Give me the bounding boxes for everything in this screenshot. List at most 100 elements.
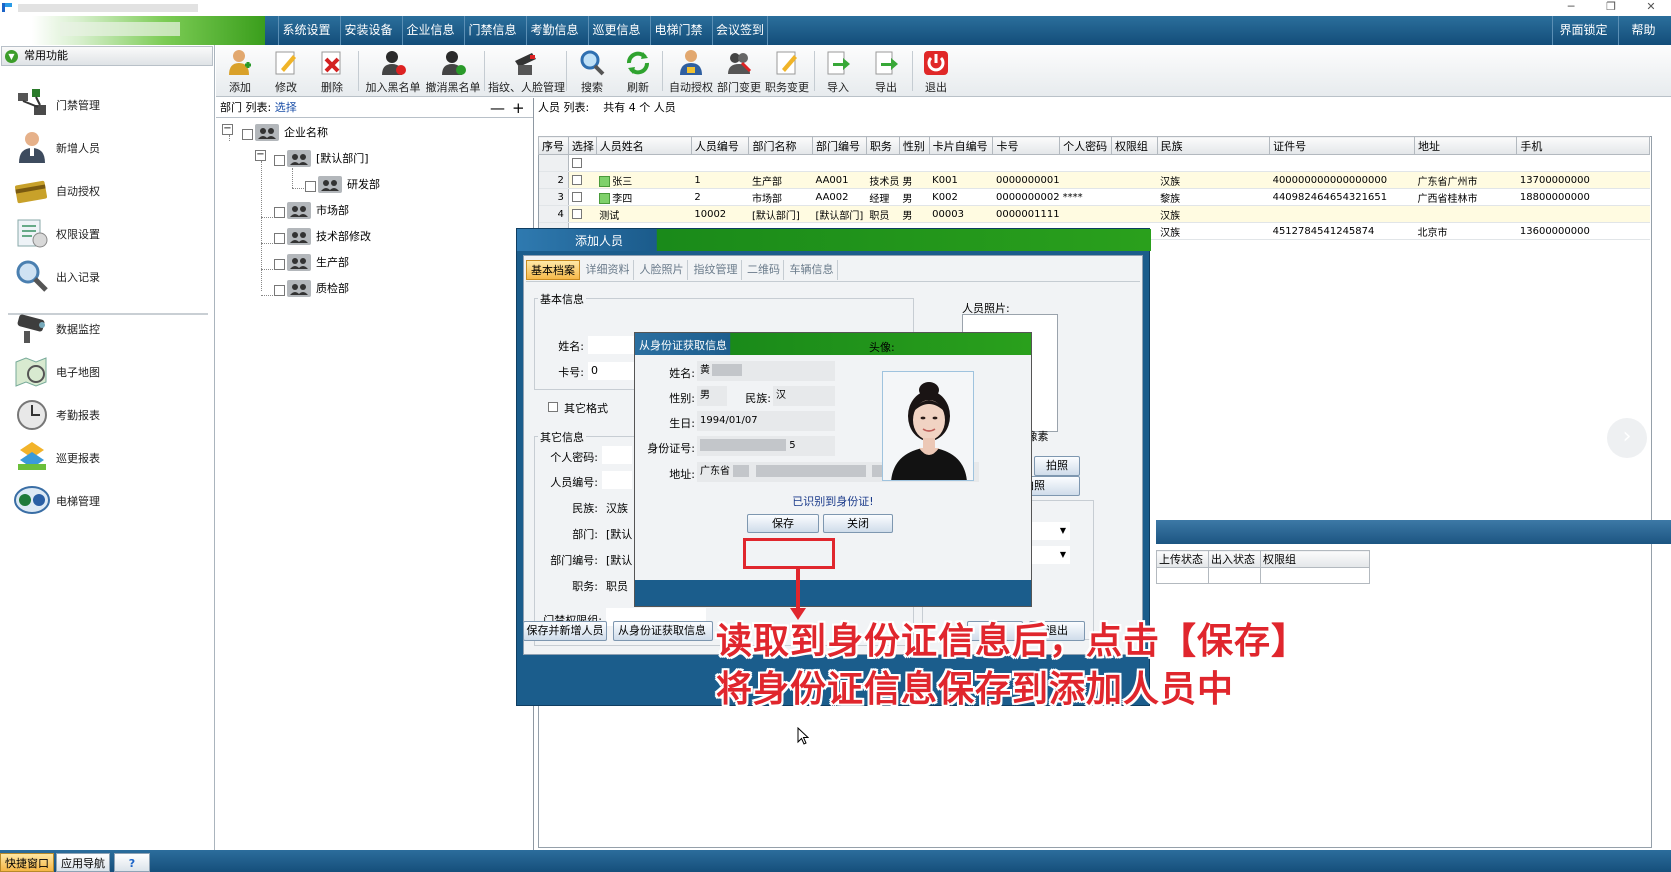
next-page-button[interactable]: › (1607, 418, 1647, 458)
save-and-add-button[interactable]: 保存并新增人员 (523, 621, 607, 641)
add-blacklist-button[interactable]: 加入黑名单 (364, 47, 422, 95)
col-seq[interactable]: 序号 (538, 136, 569, 155)
menu-attendance-info[interactable]: 考勤信息 (526, 16, 582, 45)
tree-node-label: 企业名称 (284, 126, 328, 139)
col-dept-name[interactable]: 部门名称 (748, 136, 813, 155)
col-upload-status[interactable]: 上传状态 (1156, 550, 1209, 568)
position-value[interactable]: 职员 (606, 578, 628, 594)
expand-all-button[interactable]: + (512, 98, 525, 118)
left-item-attendance-report[interactable]: 考勤报表 (14, 393, 204, 435)
tab-face-photo[interactable]: 人脸照片 (636, 260, 688, 280)
dept-no-value[interactable]: [默认 (606, 552, 632, 568)
col-phone[interactable]: 手机 (1516, 136, 1650, 155)
fingerprint-face-button[interactable]: 指纹、人脸管理 (488, 47, 565, 95)
col-dept-no[interactable]: 部门编号 (811, 136, 867, 155)
import-button[interactable]: 导入 (822, 47, 854, 95)
tab-details[interactable]: 详细资料 (582, 260, 634, 280)
tab-basic-profile[interactable]: 基本档案 (526, 260, 580, 280)
left-item-patrol-report[interactable]: 巡更报表 (14, 436, 204, 478)
id-save-button[interactable]: 保存 (747, 514, 819, 533)
table-row[interactable]: 4 测试 10002 [默认部门] [默认部门] 职员 男 00003 0000… (538, 205, 1650, 223)
left-item-permission[interactable]: 权限设置 (14, 212, 204, 254)
table-row[interactable]: 2 张三 1 生产部 AA001 技术员 男 K001 0000000001 汉… (538, 171, 1650, 189)
nation-value[interactable]: 汉族 (606, 500, 628, 516)
col-card-self-no[interactable]: 卡片自编号 (928, 136, 994, 155)
left-item-auto-grant[interactable]: 自动授权 (14, 169, 204, 211)
left-item-access-records[interactable]: 出入记录 (14, 255, 204, 297)
collapse-all-button[interactable]: — (490, 98, 505, 118)
col-card-no[interactable]: 卡号 (992, 136, 1061, 155)
col-password[interactable]: 个人密码 (1059, 136, 1112, 155)
tree-node-checkbox[interactable] (305, 181, 316, 192)
password-input[interactable] (602, 446, 632, 464)
refresh-button[interactable]: 刷新 (622, 47, 654, 95)
tab-app-nav[interactable]: 应用导航 (56, 853, 110, 872)
export-button[interactable]: 导出 (870, 47, 902, 95)
row-checkbox[interactable] (571, 208, 582, 219)
other-format-checkbox[interactable] (548, 402, 558, 412)
tab-fingerprint[interactable]: 指纹管理 (690, 260, 742, 280)
auto-grant-button[interactable]: 自动授权 (668, 47, 714, 95)
menu-help[interactable]: 帮助 (1618, 16, 1668, 45)
tree-collapse-toggle[interactable]: − (255, 150, 266, 161)
id-close-button[interactable]: 关闭 (823, 514, 893, 533)
department-select-link[interactable]: 选择 (275, 101, 297, 114)
from-id-card-button[interactable]: 从身份证获取信息 (613, 621, 713, 641)
col-person-no[interactable]: 人员编号 (690, 136, 750, 155)
capture-button[interactable]: 拍照 (1034, 456, 1080, 476)
tab-vehicle[interactable]: 车辆信息 (786, 260, 838, 280)
left-item-access-control[interactable]: 门禁管理 (14, 83, 204, 125)
menu-meeting-signin[interactable]: 会议签到 (712, 16, 768, 45)
search-button[interactable]: 搜索 (576, 47, 608, 95)
menu-system-settings[interactable]: 系统设置 (278, 16, 334, 45)
help-icon[interactable]: ? (114, 853, 150, 872)
menu-elevator-access[interactable]: 电梯门禁 (650, 16, 706, 45)
col-id-no[interactable]: 证件号 (1269, 136, 1415, 155)
tab-qrcode[interactable]: 二维码 (744, 260, 784, 280)
row-checkbox[interactable] (571, 174, 582, 185)
menu-lock-ui[interactable]: 界面锁定 (1552, 16, 1614, 45)
col-select[interactable]: 选择 (567, 136, 597, 155)
person-no-input[interactable] (602, 471, 632, 489)
dept-value[interactable]: [默认 (606, 526, 632, 542)
col-gender[interactable]: 性别 (898, 136, 930, 155)
delete-button[interactable]: 删除 (316, 47, 348, 95)
common-functions-header[interactable]: ▼ 常用功能 (1, 46, 213, 66)
dept-change-button[interactable]: 部门变更 (716, 47, 762, 95)
menu-access-info[interactable]: 门禁信息 (464, 16, 520, 45)
tree-node-checkbox[interactable] (274, 233, 285, 244)
edit-button[interactable]: 修改 (270, 47, 302, 95)
col-position[interactable]: 职务 (865, 136, 900, 155)
tree-node-checkbox[interactable] (274, 285, 285, 296)
tree-node-checkbox[interactable] (242, 129, 253, 140)
tree-node-checkbox[interactable] (274, 155, 285, 166)
col-name[interactable]: 人员姓名 (595, 136, 692, 155)
tree-node-checkbox[interactable] (274, 259, 285, 270)
col-nation[interactable]: 民族 (1156, 136, 1271, 155)
remove-blacklist-button[interactable]: 撤消黑名单 (424, 47, 482, 95)
left-item-data-monitor[interactable]: 数据监控 (14, 307, 204, 349)
menu-company-info[interactable]: 企业信息 (402, 16, 458, 45)
tab-quick-window[interactable]: 快捷窗口 (0, 853, 54, 872)
table-row[interactable]: 3 李四 2 市场部 AA002 经理 男 K002 0000000002 **… (538, 188, 1650, 206)
left-item-e-map[interactable]: 电子地图 (14, 350, 204, 392)
col-group[interactable]: 权限组 (1110, 136, 1158, 155)
position-change-button[interactable]: 职务变更 (764, 47, 810, 95)
col-inout-status[interactable]: 出入状态 (1208, 550, 1261, 568)
restore-button[interactable]: ❐ (1596, 0, 1626, 16)
tree-collapse-toggle[interactable]: − (222, 124, 233, 135)
left-item-add-person[interactable]: 新增人员 (14, 126, 204, 168)
minimize-button[interactable]: ─ (1556, 0, 1586, 16)
row-checkbox[interactable] (571, 191, 582, 202)
col-access-group[interactable]: 权限组 (1260, 550, 1370, 568)
left-item-elevator[interactable]: 电梯管理 (14, 479, 204, 521)
col-address[interactable]: 地址 (1413, 136, 1518, 155)
tree-node-checkbox[interactable] (274, 207, 285, 218)
close-button[interactable]: ✕ (1636, 0, 1666, 16)
access-status-table: 上传状态 出入状态 权限组 (1156, 550, 1370, 584)
select-all-checkbox[interactable] (571, 157, 582, 168)
menu-patrol-info[interactable]: 巡更信息 (588, 16, 644, 45)
exit-button[interactable]: 退出 (920, 47, 952, 95)
add-button[interactable]: 添加 (224, 47, 256, 95)
menu-install-device[interactable]: 安装设备 (340, 16, 396, 45)
